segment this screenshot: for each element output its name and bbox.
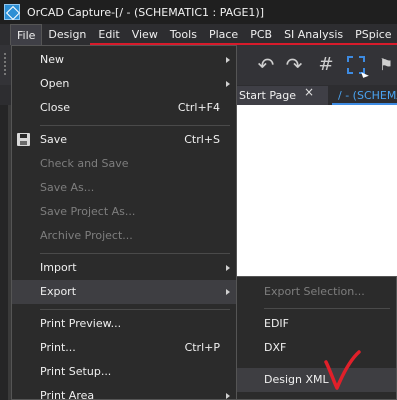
menu-separator bbox=[40, 309, 230, 310]
menu-place[interactable]: Place bbox=[203, 24, 244, 45]
export-submenu: Export Selection... EDIF DXF Design XML bbox=[236, 276, 397, 400]
file-menu-dropdown: New Open Close Ctrl+F4 Save Ctrl+S Check… bbox=[11, 45, 237, 400]
menu-view[interactable]: View bbox=[126, 24, 164, 45]
select-icon[interactable] bbox=[347, 56, 365, 74]
file-menu-archive-project[interactable]: Archive Project... bbox=[12, 224, 236, 248]
title-bar: OrCAD Capture-[/ - (SCHEMATIC1 : PAGE1)] bbox=[0, 0, 397, 24]
export-menu-export-selection[interactable]: Export Selection... bbox=[237, 280, 396, 304]
file-menu-save-as[interactable]: Save As... bbox=[12, 176, 236, 200]
grid-icon[interactable]: # bbox=[315, 54, 337, 76]
export-menu-edif[interactable]: EDIF bbox=[237, 312, 396, 336]
menu-separator bbox=[264, 308, 390, 309]
file-menu-save-project-as[interactable]: Save Project As... bbox=[12, 200, 236, 224]
tab-schematic-label: / - (SCHEMATIC1 bbox=[338, 89, 397, 102]
menu-si-analysis[interactable]: SI Analysis bbox=[278, 24, 349, 45]
file-menu-open[interactable]: Open bbox=[12, 72, 236, 96]
file-menu-close[interactable]: Close Ctrl+F4 bbox=[12, 96, 236, 120]
menu-edit[interactable]: Edit bbox=[92, 24, 125, 45]
redo-icon[interactable]: ↷ bbox=[283, 54, 305, 76]
file-menu-print-area[interactable]: Print Area bbox=[12, 384, 236, 400]
app-icon bbox=[4, 4, 20, 20]
tab-start-page-label: Start Page bbox=[239, 89, 296, 102]
menu-tools[interactable]: Tools bbox=[164, 24, 203, 45]
tab-start-page[interactable]: Start Page bbox=[236, 86, 328, 105]
export-menu-dxf[interactable]: DXF bbox=[237, 336, 396, 360]
file-menu-save[interactable]: Save Ctrl+S bbox=[12, 128, 236, 152]
file-menu-print-preview[interactable]: Print Preview... bbox=[12, 312, 236, 336]
menu-separator bbox=[40, 253, 230, 254]
menu-file[interactable]: File bbox=[10, 24, 43, 45]
menu-bar: File Design Edit View Tools Place PCB SI… bbox=[0, 24, 397, 45]
save-icon bbox=[17, 133, 30, 146]
menu-pcb[interactable]: PCB bbox=[244, 24, 278, 45]
toolbar-more-icon[interactable]: ⚑ bbox=[375, 54, 397, 76]
submenu-arrow-icon bbox=[226, 57, 230, 63]
export-menu-design-xml[interactable]: Design XML bbox=[237, 368, 396, 392]
menu-pspice[interactable]: PSpice bbox=[349, 24, 397, 45]
project-panel-edge bbox=[0, 105, 8, 400]
checkmark-annotation-icon bbox=[324, 350, 361, 390]
submenu-arrow-icon bbox=[226, 289, 230, 295]
submenu-arrow-icon bbox=[226, 393, 230, 399]
undo-icon[interactable]: ↶ bbox=[255, 54, 277, 76]
file-menu-print[interactable]: Print... Ctrl+P bbox=[12, 336, 236, 360]
menu-separator bbox=[40, 125, 230, 126]
file-menu-import[interactable]: Import bbox=[12, 256, 236, 280]
file-menu-new[interactable]: New bbox=[12, 48, 236, 72]
close-icon[interactable]: × bbox=[304, 85, 314, 99]
file-menu-export[interactable]: Export bbox=[12, 280, 236, 304]
menu-design[interactable]: Design bbox=[42, 24, 92, 45]
submenu-arrow-icon bbox=[226, 81, 230, 87]
file-menu-check-and-save[interactable]: Check and Save bbox=[12, 152, 236, 176]
toolbar-grip[interactable] bbox=[4, 53, 8, 75]
submenu-arrow-icon bbox=[226, 265, 230, 271]
file-menu-print-setup[interactable]: Print Setup... bbox=[12, 360, 236, 384]
window-title: OrCAD Capture-[/ - (SCHEMATIC1 : PAGE1)] bbox=[27, 5, 265, 19]
